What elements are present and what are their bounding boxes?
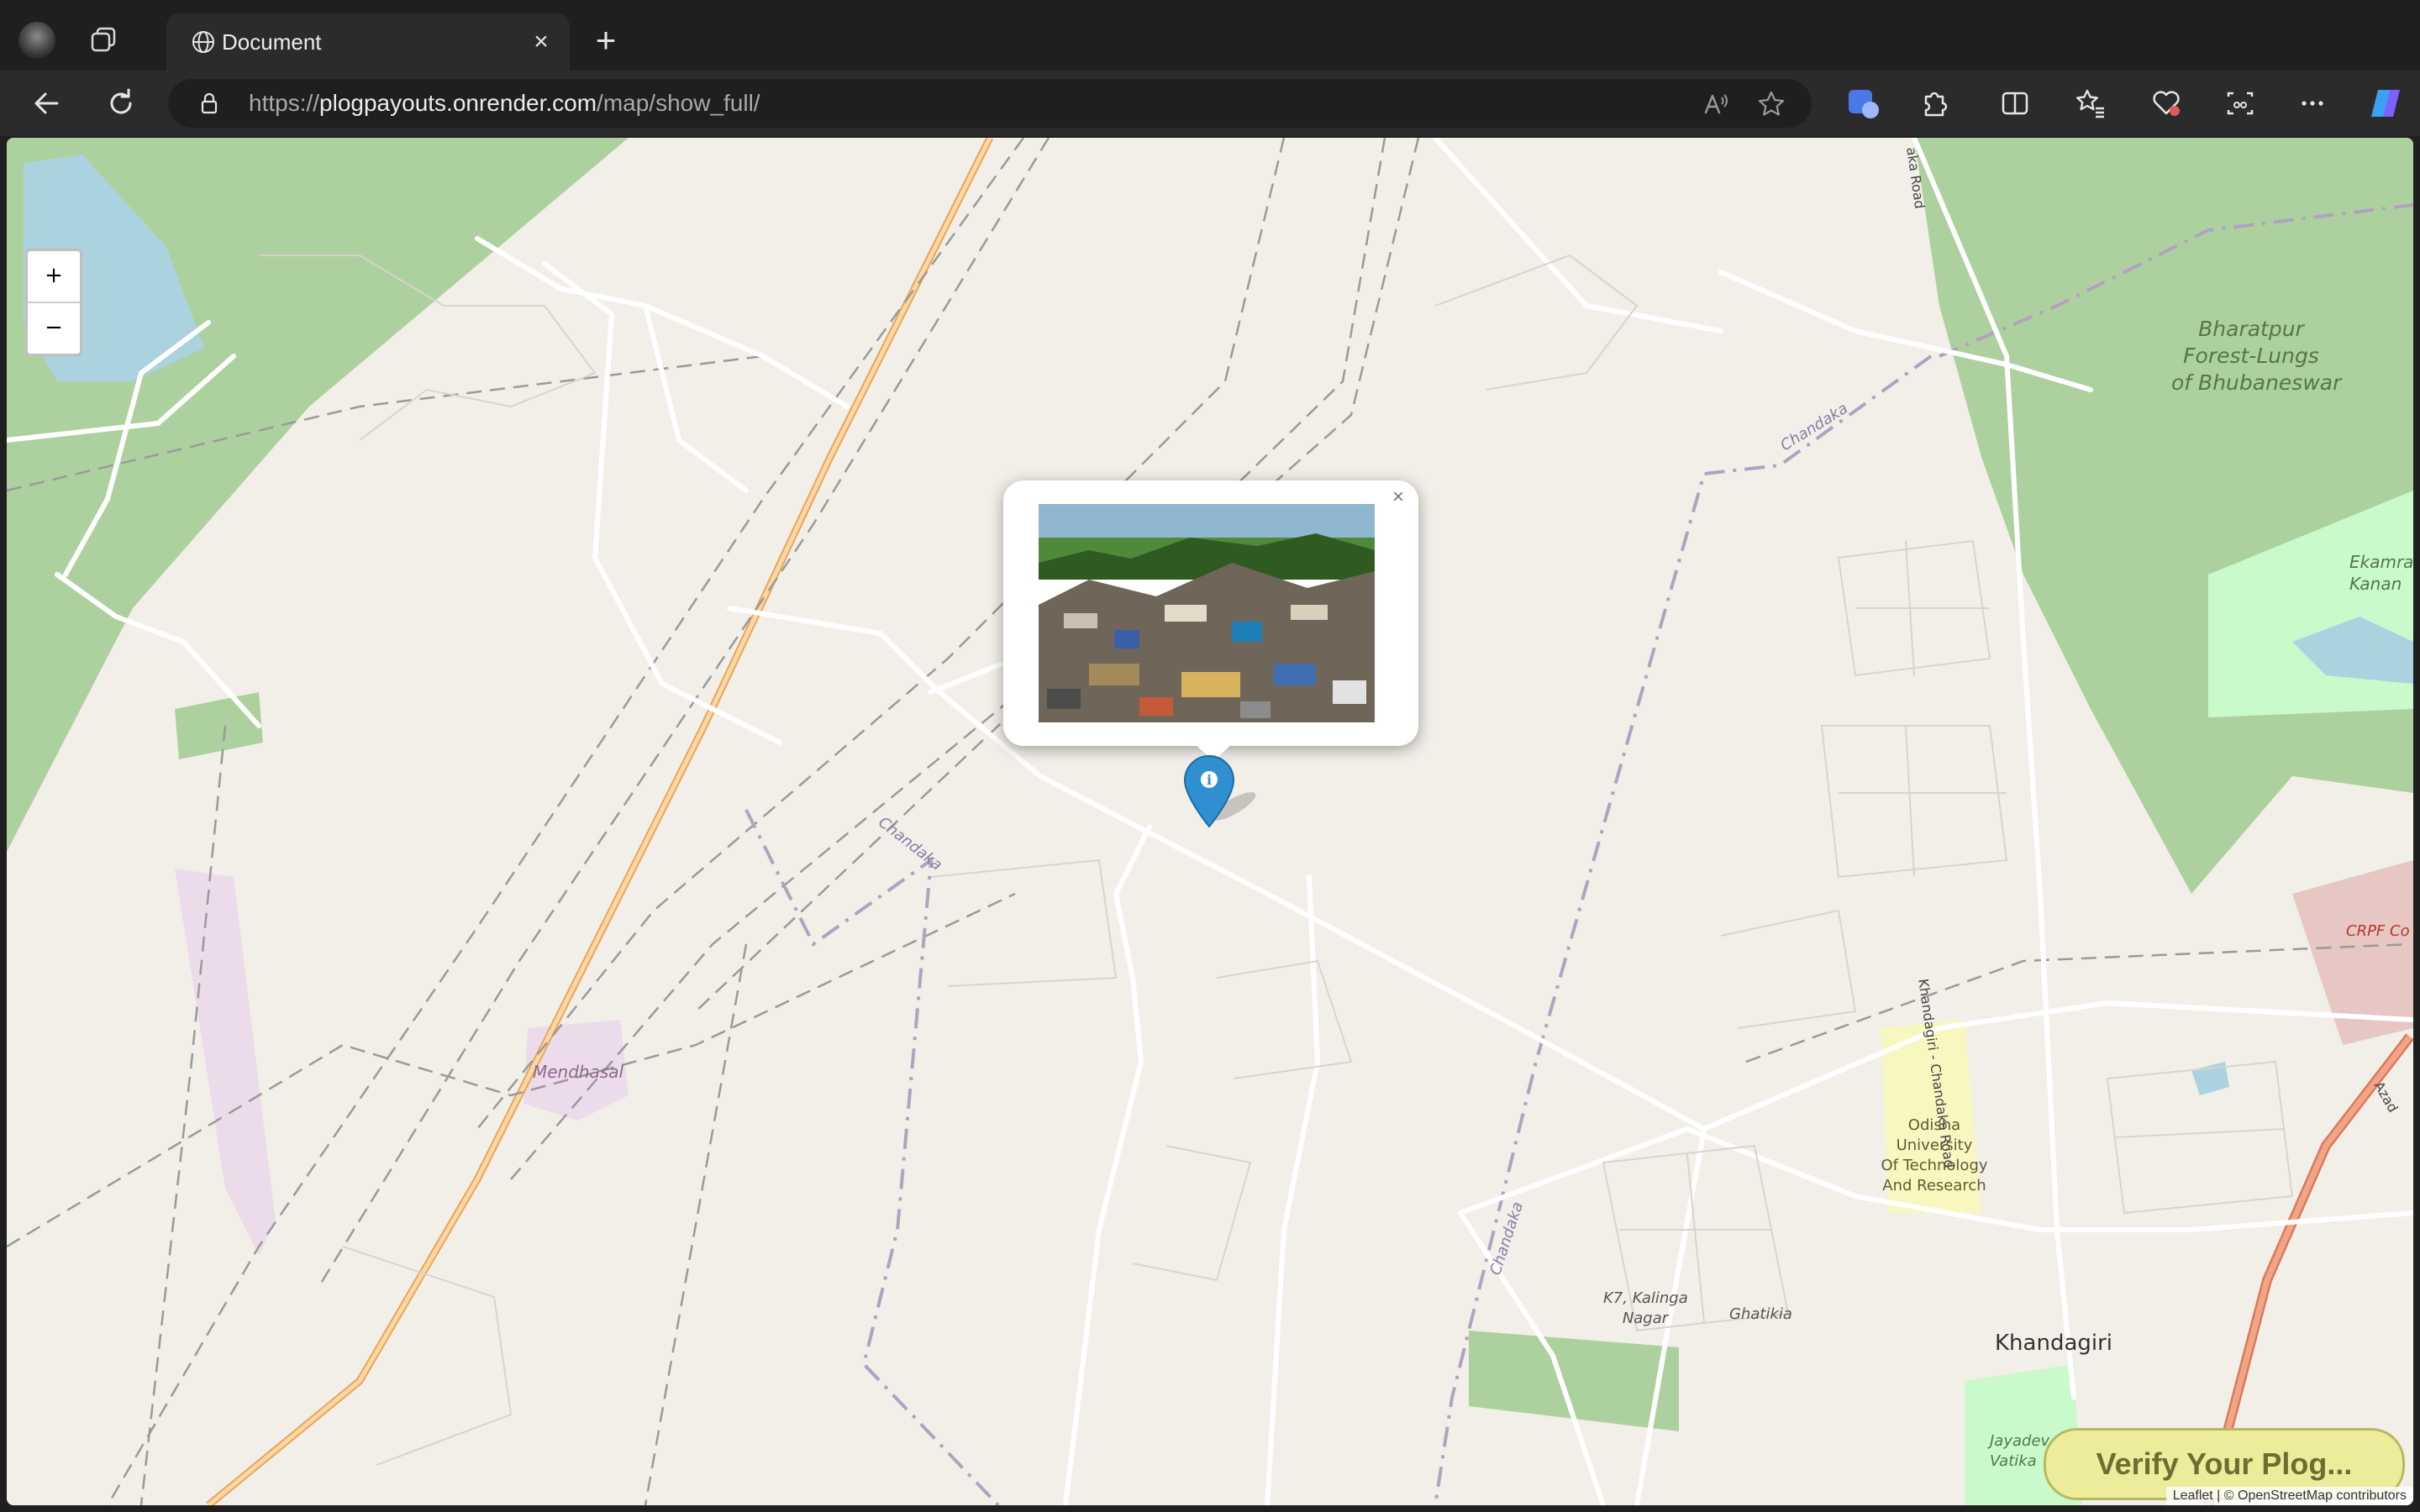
browser-essentials-icon[interactable] (2148, 85, 2185, 122)
popup-close-icon[interactable]: × (1386, 486, 1410, 509)
url-host: plogpayouts.onrender.com (319, 90, 597, 116)
label-line: And Research (1882, 1177, 1986, 1194)
copilot-extension-icon[interactable] (1845, 85, 1882, 122)
address-bar[interactable]: https://plogpayouts.onrender.com/map/sho… (168, 79, 1812, 128)
new-tab-button[interactable]: + (588, 23, 623, 59)
label-crpf: CRPF Co (2346, 922, 2410, 940)
label-jayadev-vatika: Jayadev Vatika (1990, 1431, 2049, 1472)
tab-actions-icon[interactable] (87, 24, 121, 57)
map-marker-icon[interactable]: i (1183, 754, 1235, 828)
forest-patch (175, 692, 263, 759)
label-line: of Bhubaneswar (2171, 370, 2342, 395)
marker-popup: × (1003, 480, 1418, 746)
label-k7-kalinga-nagar: K7, Kalinga Nagar (1603, 1289, 1688, 1329)
zone-military (175, 869, 276, 1255)
label-line: Kanan (2349, 574, 2402, 594)
label-line: Bharatpur (2198, 317, 2304, 341)
label-line: K7, Kalinga (1603, 1289, 1688, 1307)
svg-text:i: i (1207, 772, 1212, 788)
profile-avatar[interactable] (18, 22, 55, 59)
url-scheme: https:// (249, 90, 320, 116)
label-line: Of Technology (1881, 1157, 1988, 1174)
split-screen-icon[interactable] (1996, 85, 2033, 122)
screenshot-icon[interactable] (2222, 85, 2259, 122)
browser-toolbar: https://plogpayouts.onrender.com/map/sho… (0, 71, 2420, 136)
label-ekamra: Ekamra Kanan (2349, 551, 2413, 595)
tab-strip: Document × + (0, 0, 2420, 71)
label-odisha-university: Odisha University Of Technology And Rese… (1869, 1116, 2000, 1196)
tab-document[interactable]: Document × (166, 13, 570, 71)
copilot-icon[interactable] (2363, 83, 2407, 123)
label-khandagiri: Khandagiri (1995, 1331, 2113, 1356)
plog-photo (1039, 504, 1375, 722)
label-bharatpur: Bharatpur Forest-Lungs of Bhubaneswar (2171, 316, 2342, 396)
favorite-star-icon[interactable] (1756, 89, 1786, 119)
url-path: /map/show_full/ (597, 90, 760, 116)
close-tab-icon[interactable]: × (524, 25, 558, 59)
label-line: Ekamra (2349, 552, 2413, 572)
more-options-icon[interactable] (2294, 85, 2331, 122)
label-line: University (1896, 1137, 1973, 1154)
zoom-in-button[interactable]: + (28, 251, 80, 303)
page-viewport: Bharatpur Forest-Lungs of Bhubaneswar Ek… (7, 138, 2413, 1505)
zoom-control: + − (25, 249, 82, 356)
label-line: Odisha (1907, 1116, 1961, 1134)
globe-icon (192, 31, 214, 53)
label-line: Vatika (1990, 1452, 2037, 1470)
favorites-icon[interactable] (2072, 85, 2109, 122)
label-line: Jayadev (1990, 1432, 2050, 1450)
url-text[interactable]: https://plogpayouts.onrender.com/map/sho… (249, 90, 760, 117)
label-ghatikia: Ghatikia (1729, 1305, 1792, 1323)
extensions-puzzle-icon[interactable] (1916, 85, 1953, 122)
back-arrow-icon[interactable] (29, 85, 66, 122)
label-mendhasal: Mendhasal (533, 1062, 624, 1082)
map-attribution[interactable]: Leaflet | © OpenStreetMap contributors (2165, 1487, 2413, 1505)
tab-title: Document (222, 29, 322, 55)
zoom-out-button[interactable]: − (28, 303, 80, 354)
lock-icon[interactable] (197, 91, 222, 116)
refresh-icon[interactable] (103, 85, 139, 122)
label-line: Nagar (1622, 1310, 1669, 1327)
label-line: Forest-Lungs (2183, 344, 2319, 368)
read-aloud-icon[interactable] (1701, 89, 1731, 119)
